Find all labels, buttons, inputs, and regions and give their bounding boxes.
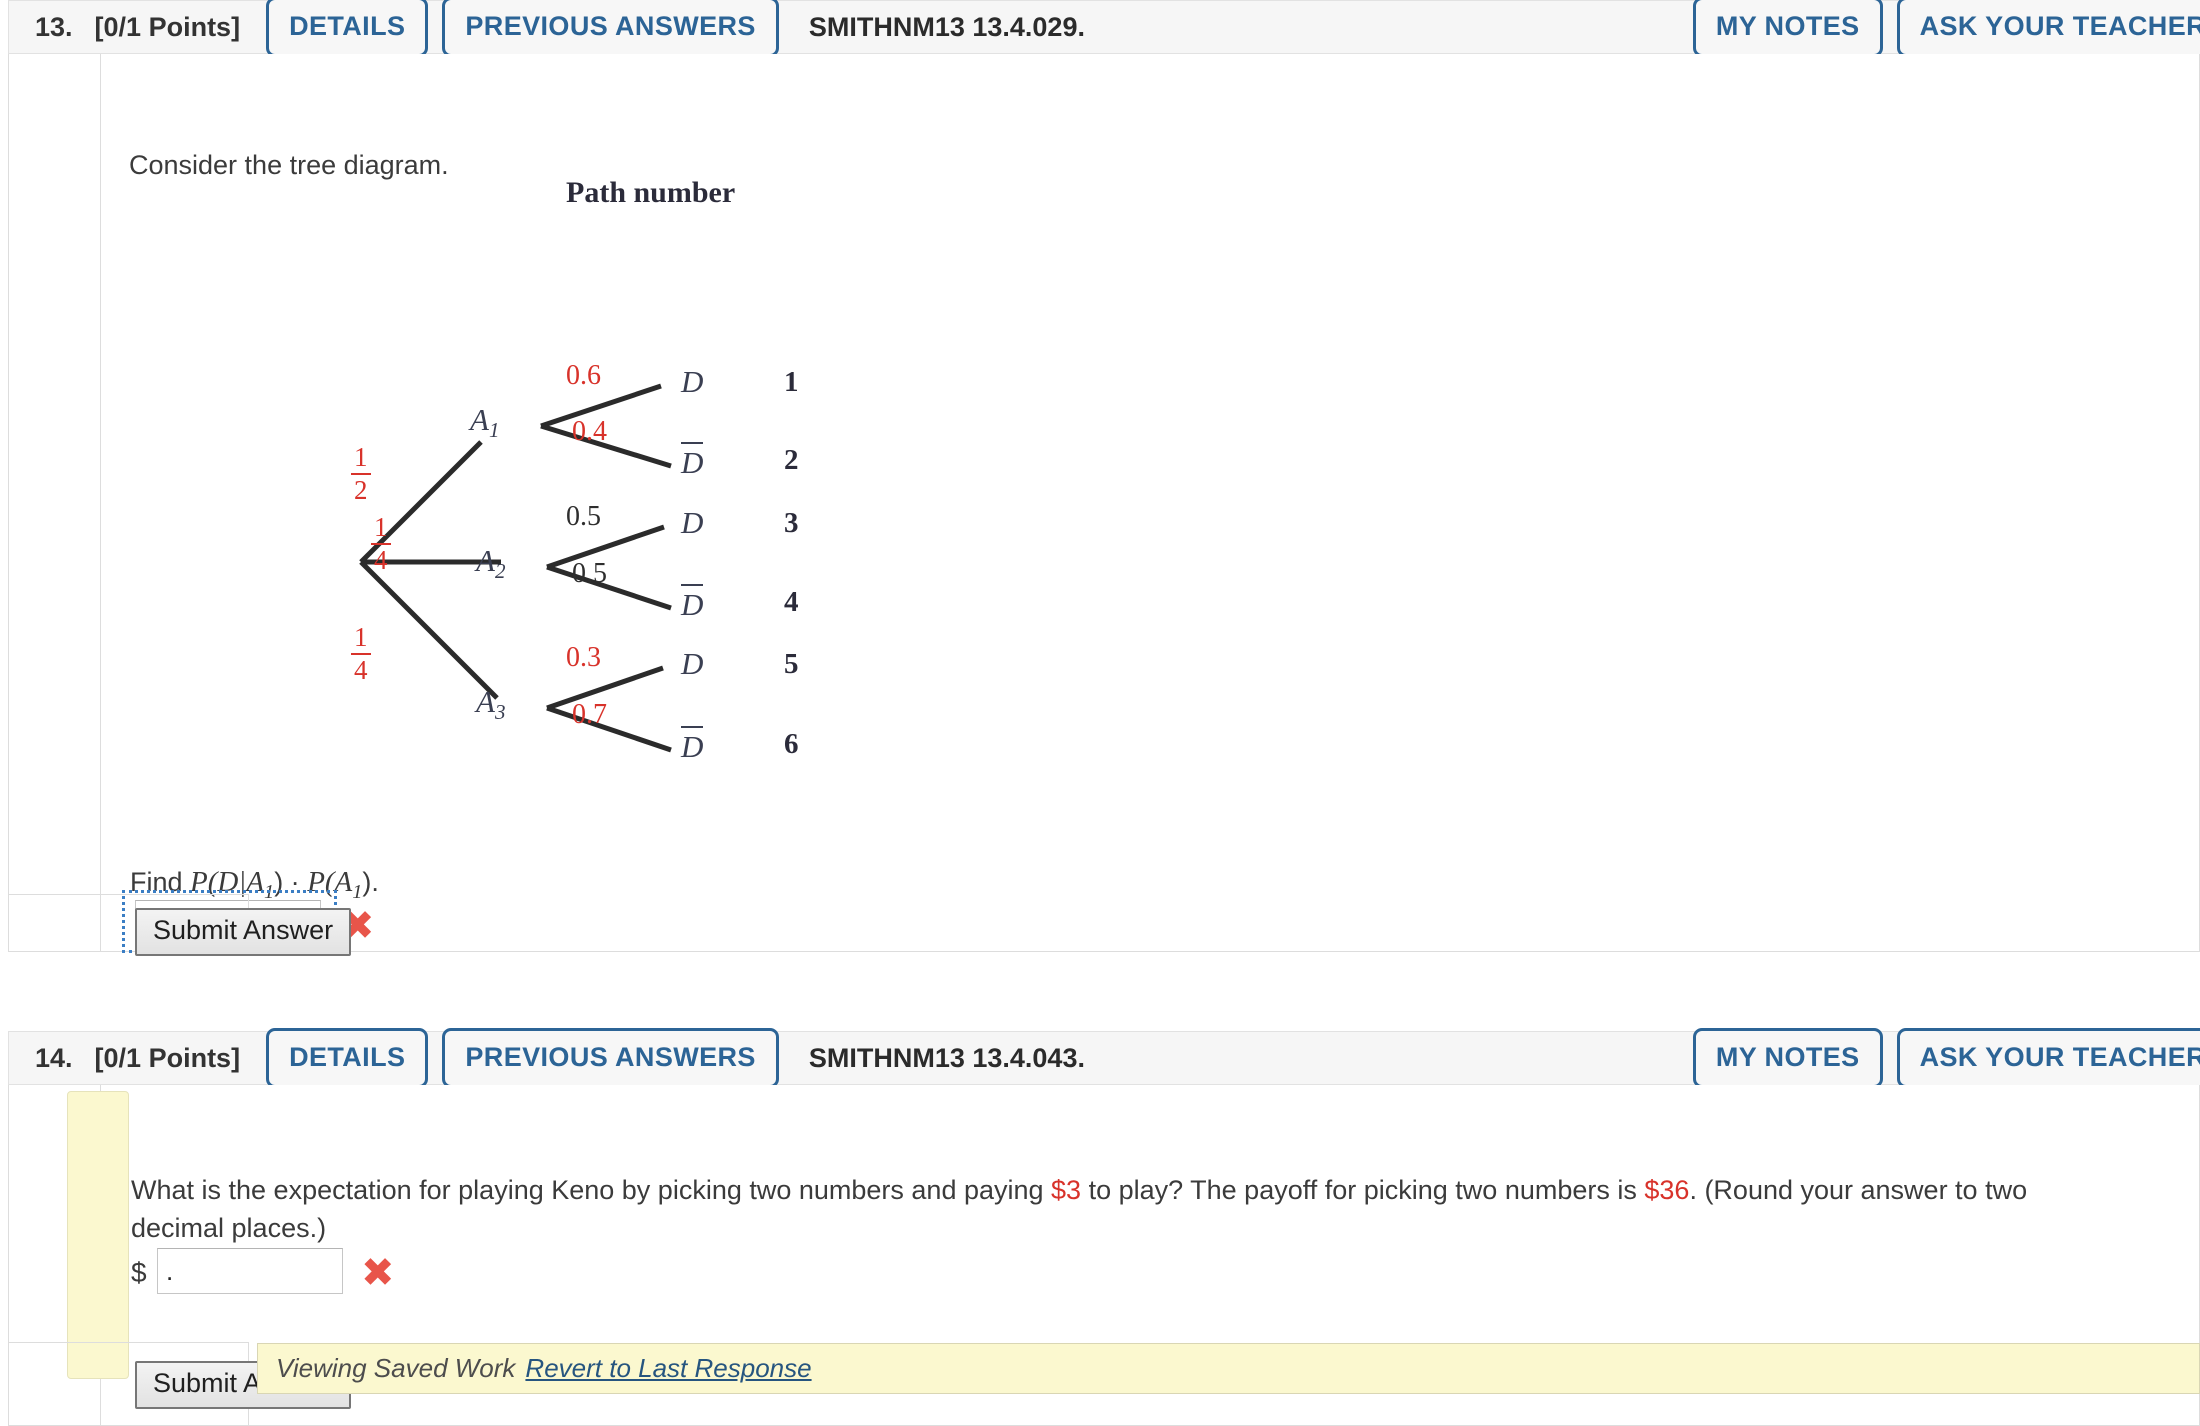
tree-prior-a1: 1 2	[351, 444, 371, 504]
tree-path-4: 4	[784, 586, 799, 618]
question-14-prompt: What is the expectation for playing Keno…	[131, 1171, 2121, 1248]
question-13-left-rail	[9, 54, 101, 951]
tree-node-a2-sub: 2	[494, 559, 506, 584]
tree-diagram: Path number A1 A2 A3 1 2 1 4 1 4 0.6 0.4…	[129, 176, 1229, 844]
question-13-number: 13.	[35, 11, 73, 42]
question-14-number: 14.	[35, 1042, 73, 1073]
tree-prob-a3-dbar: 0.7	[572, 699, 607, 730]
tree-node-a1: A1	[470, 402, 499, 443]
question-13-ask-teacher-button[interactable]: ASK YOUR TEACHER	[1896, 0, 2200, 57]
tree-prior-a1-den: 2	[351, 473, 371, 504]
question-14-currency-label: $	[131, 1257, 147, 1288]
tree-prior-a3-num: 1	[354, 622, 368, 652]
question-14-saved-work-bar: Viewing Saved Work Revert to Last Respon…	[257, 1343, 2200, 1394]
question-14-saved-highlight-rail	[67, 1091, 129, 1379]
tree-leaf-3-label: D	[681, 505, 703, 541]
question-14-prompt-part-2: to play? The payoff for picking two numb…	[1081, 1175, 1645, 1205]
question-13-header: 13. [0/1 Points] DETAILS PREVIOUS ANSWER…	[8, 0, 2200, 57]
question-13-details-button[interactable]: DETAILS	[266, 0, 429, 57]
question-13-prompt: Consider the tree diagram.	[129, 150, 449, 180]
question-13-submit-button[interactable]: Submit Answer	[135, 908, 352, 956]
tree-prob-a1-dbar: 0.4	[572, 416, 607, 447]
tree-path-2: 2	[784, 444, 799, 476]
question-14-body: What is the expectation for playing Keno…	[8, 1085, 2200, 1426]
question-13-my-notes-button[interactable]: MY NOTES	[1692, 0, 1883, 57]
tree-prior-a2: 1 4	[371, 514, 391, 574]
tree-path-3: 3	[784, 507, 799, 539]
tree-leaf-2-label: D	[681, 442, 704, 481]
tree-node-a2: A2	[476, 543, 505, 584]
tree-leaf-2-text: D	[681, 442, 704, 481]
tree-leaf-3-text: D	[681, 505, 704, 540]
tree-prior-a1-num: 1	[354, 442, 368, 472]
tree-leaf-1-label: D	[681, 364, 703, 400]
tree-prior-a2-den: 4	[371, 543, 391, 574]
question-14-header: 14. [0/1 Points] DETAILS PREVIOUS ANSWER…	[8, 1028, 2200, 1088]
question-13-code: SMITHNM13 13.4.029.	[808, 11, 1085, 42]
tree-node-a3-sub: 3	[494, 700, 506, 725]
tree-leaf-4-label: D	[681, 584, 704, 623]
tree-prob-a1-d: 0.6	[566, 360, 601, 391]
tree-path-5: 5	[784, 648, 799, 680]
tree-prior-a2-num: 1	[374, 512, 388, 542]
assignment-page: 13. [0/1 Points] DETAILS PREVIOUS ANSWER…	[0, 0, 2200, 1426]
tree-prob-a2-d: 0.5	[566, 501, 601, 532]
tree-leaf-1-text: D	[681, 364, 704, 399]
question-14-code: SMITHNM13 13.4.043.	[808, 1042, 1085, 1073]
tree-prior-a3-den: 4	[351, 653, 371, 684]
question-14-prompt-part-1: What is the expectation for playing Keno…	[131, 1175, 1052, 1205]
tree-diagram-lines	[359, 383, 672, 753]
tree-prob-a2-dbar: 0.5	[572, 558, 607, 589]
tree-node-a1-letter: A	[470, 402, 489, 437]
question-14-saved-work-label: Viewing Saved Work	[276, 1353, 516, 1383]
question-14-revert-link[interactable]: Revert to Last Response	[525, 1353, 811, 1384]
tree-path-1: 1	[784, 366, 799, 398]
question-13-points: [0/1 Points]	[94, 11, 241, 42]
tree-prob-a3-d: 0.3	[566, 642, 601, 673]
tree-leaf-6-label: D	[681, 726, 704, 765]
tree-leaf-4-text: D	[681, 584, 704, 623]
tree-path-6: 6	[784, 728, 799, 760]
question-13-body: Consider the tree diagram. Path number A…	[8, 54, 2200, 956]
tree-node-a1-sub: 1	[488, 418, 500, 443]
tree-leaf-6-text: D	[681, 726, 704, 765]
tree-node-a3: A3	[476, 684, 505, 725]
question-14-incorrect-icon: ✖	[361, 1250, 395, 1296]
question-14-my-notes-button[interactable]: MY NOTES	[1692, 1028, 1883, 1088]
question-14-details-button[interactable]: DETAILS	[266, 1028, 429, 1088]
tree-node-a3-letter: A	[476, 684, 495, 719]
tree-node-a2-letter: A	[476, 543, 495, 578]
tree-leaf-5-label: D	[681, 646, 703, 682]
find-suffix: ).	[362, 867, 379, 897]
tree-path-number-heading: Path number	[566, 176, 736, 209]
tree-prior-a3: 1 4	[351, 624, 371, 684]
question-14-payoff-amount: $36	[1644, 1175, 1690, 1205]
question-14-points: [0/1 Points]	[94, 1042, 241, 1073]
question-14-previous-answers-button[interactable]: PREVIOUS ANSWERS	[442, 1028, 779, 1088]
question-13-previous-answers-button[interactable]: PREVIOUS ANSWERS	[442, 0, 779, 57]
question-14-answer-input[interactable]	[157, 1248, 343, 1294]
tree-leaf-5-text: D	[681, 646, 704, 681]
question-14-ask-teacher-button[interactable]: ASK YOUR TEACHER	[1896, 1028, 2200, 1088]
question-14-cost-amount: $3	[1051, 1175, 1082, 1205]
find-expr-2-sub: 1	[352, 880, 363, 903]
